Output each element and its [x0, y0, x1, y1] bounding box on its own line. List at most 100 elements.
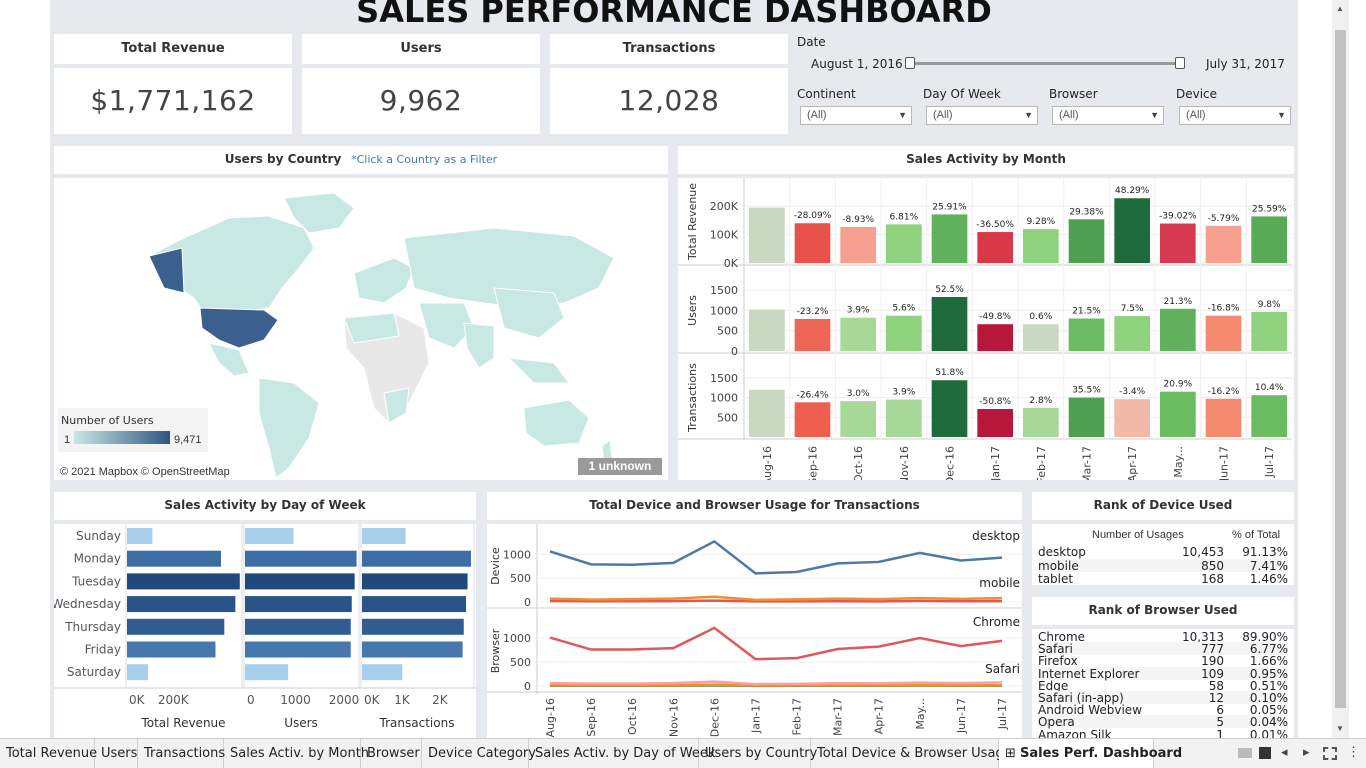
- sheet-tab[interactable]: Transactions: [138, 739, 225, 768]
- row-count: 168: [1201, 572, 1224, 586]
- sheet-tab[interactable]: Sales Activ. by Month: [224, 739, 369, 768]
- series-line: [549, 539, 1003, 575]
- sheet-tab[interactable]: Total Revenue: [0, 739, 98, 768]
- table-row[interactable]: Android Webview 6 0.05%: [1038, 703, 1288, 717]
- month-bar: [1251, 216, 1287, 263]
- month-bar: [749, 389, 785, 437]
- row-count: 850: [1201, 558, 1224, 573]
- data-label: 51.8%: [935, 368, 964, 378]
- fullscreen-icon[interactable]: [1323, 747, 1337, 760]
- menu-icon[interactable]: ⋮: [1347, 744, 1360, 760]
- map-country-china[interactable]: [493, 287, 565, 339]
- day-label: Wednesday: [54, 597, 121, 611]
- table-row[interactable]: desktop 10,453 91.13%: [1038, 545, 1288, 559]
- map-country-usa[interactable]: [199, 307, 279, 349]
- table-row[interactable]: Firefox 190 1.66%: [1038, 654, 1288, 668]
- x-tick-label: Dec-16: [708, 698, 721, 737]
- filter-browser-label: Browser: [1049, 87, 1098, 101]
- kpi-transactions-label: Transactions: [622, 41, 716, 56]
- series-line: [549, 626, 1003, 661]
- day-bar: [362, 596, 467, 613]
- month-bar-chart[interactable]: Total Revenue 200K 100K 0K -28.09% -8.93% 6.81…: [678, 178, 1294, 480]
- prev-sheet-icon[interactable]: ◂: [1281, 744, 1288, 760]
- map-panel: Users by Country *Click a Country as a F…: [54, 146, 668, 480]
- sheet-tab[interactable]: Device Category: [422, 739, 536, 768]
- y-tick-label: 1000: [503, 632, 531, 645]
- day-bar: [245, 573, 355, 590]
- next-sheet-icon[interactable]: ▸: [1303, 744, 1310, 760]
- browser-rank-title: Rank of Browser Used: [1088, 603, 1238, 617]
- date-range-end-handle[interactable]: [1175, 57, 1185, 69]
- grid-view-icon[interactable]: [1238, 748, 1252, 758]
- dashboard-viewport: SALES PERFORMANCE DASHBOARD Total Revenu…: [0, 0, 1349, 742]
- map-country-alaska[interactable]: [148, 247, 185, 294]
- device-rank-panel: Rank of Device Used Number of Usages % o…: [1032, 492, 1294, 586]
- table-row[interactable]: Safari 777 6.77%: [1038, 642, 1288, 656]
- data-label: 10.4%: [1255, 383, 1284, 393]
- map-country-south-america[interactable]: [258, 377, 320, 479]
- x-tick-label: Nov-16: [898, 446, 911, 480]
- sheet-tab[interactable]: Browser: [361, 739, 422, 768]
- map-unknown-badge[interactable]: 1 unknown: [578, 458, 662, 475]
- sheet-tab[interactable]: Sales Activ. by Day of Week: [529, 739, 715, 768]
- dow-panel: Sales Activity by Day of Week Sunday Mond…: [54, 492, 476, 738]
- filmstrip-icon[interactable]: [1259, 747, 1271, 759]
- scroll-up-icon[interactable]: ▲: [1336, 4, 1344, 13]
- sheet-tab[interactable]: ⊞ Sales Perf. Dashboard: [999, 739, 1182, 768]
- kpi-revenue-card[interactable]: Total Revenue $1,771,162: [54, 34, 292, 134]
- table-row[interactable]: Opera 5 0.04%: [1038, 715, 1288, 729]
- table-row[interactable]: tablet 168 1.46%: [1038, 572, 1288, 586]
- x-tick-label: Apr-17: [1126, 446, 1139, 480]
- sheet-tab[interactable]: Total Device & Browser Usage: [811, 739, 1012, 768]
- table-row[interactable]: Edge 58 0.51%: [1038, 679, 1288, 693]
- day-bar: [245, 618, 351, 635]
- dow-bar-chart[interactable]: Sunday Monday Tuesday Wednesday Thursday Frid…: [54, 524, 476, 738]
- usage-line-chart[interactable]: Device 10005000desktopmobileBrowser 100050…: [487, 524, 1022, 738]
- map-country-india[interactable]: [463, 322, 495, 369]
- y-tick-label: 500: [510, 572, 531, 585]
- y-axis-label: Device: [489, 547, 502, 585]
- dashboard-canvas: SALES PERFORMANCE DASHBOARD Total Revenu…: [50, 0, 1298, 742]
- day-bar: [127, 664, 149, 681]
- filter-continent-select[interactable]: (All) ▼: [800, 106, 912, 125]
- map-country-mexico[interactable]: [208, 342, 250, 377]
- filter-day-value: (All): [933, 109, 953, 121]
- map-country-europe[interactable]: [353, 257, 415, 304]
- map-country-australia[interactable]: [523, 399, 590, 447]
- month-bar: [1251, 395, 1287, 437]
- scroll-down-icon[interactable]: ▼: [1336, 724, 1344, 733]
- kpi-users-card[interactable]: Users 9,962: [302, 34, 540, 134]
- world-map[interactable]: [54, 178, 668, 480]
- map-country-south-africa[interactable]: [383, 387, 410, 424]
- x-tick-label: Apr-17: [873, 698, 886, 734]
- kpi-transactions-card[interactable]: Transactions 12,028: [550, 34, 788, 134]
- date-range-track[interactable]: [911, 62, 1181, 65]
- month-bar: [840, 226, 876, 263]
- data-label: 0.6%: [1029, 312, 1052, 322]
- sheet-tab[interactable]: Users by Country: [699, 739, 817, 768]
- month-bar: [1251, 312, 1287, 351]
- data-label: -16.8%: [1208, 304, 1240, 314]
- day-label: Saturday: [67, 665, 121, 679]
- date-range-start-handle[interactable]: [905, 57, 915, 69]
- day-bar: [127, 641, 216, 658]
- data-label: 25.59%: [1252, 204, 1287, 214]
- panel-divider: [1032, 520, 1294, 524]
- table-row[interactable]: Chrome 10,313 89.90%: [1038, 630, 1288, 644]
- scrollbar-thumb[interactable]: [1335, 30, 1346, 708]
- vertical-scrollbar[interactable]: ▲ ▼: [1332, 0, 1349, 738]
- table-row[interactable]: Internet Explorer 109 0.95%: [1038, 666, 1288, 681]
- sheet-tab-label: Total Revenue: [6, 746, 98, 761]
- table-row[interactable]: mobile 850 7.41%: [1038, 558, 1288, 573]
- sheet-tab[interactable]: Users: [95, 739, 138, 768]
- series-line: [549, 680, 1003, 686]
- day-bar: [127, 596, 236, 613]
- filter-device-select[interactable]: (All) ▼: [1179, 106, 1291, 125]
- filter-browser-select[interactable]: (All) ▼: [1052, 106, 1164, 125]
- device-rank-title: Rank of Device Used: [1093, 498, 1233, 512]
- day-bar: [362, 573, 468, 590]
- map-country-indonesia[interactable]: [507, 357, 570, 384]
- x-tick-label: Feb-17: [791, 698, 804, 735]
- table-row[interactable]: Safari (in-app) 12 0.10%: [1038, 691, 1288, 705]
- filter-day-select[interactable]: (All) ▼: [926, 106, 1038, 125]
